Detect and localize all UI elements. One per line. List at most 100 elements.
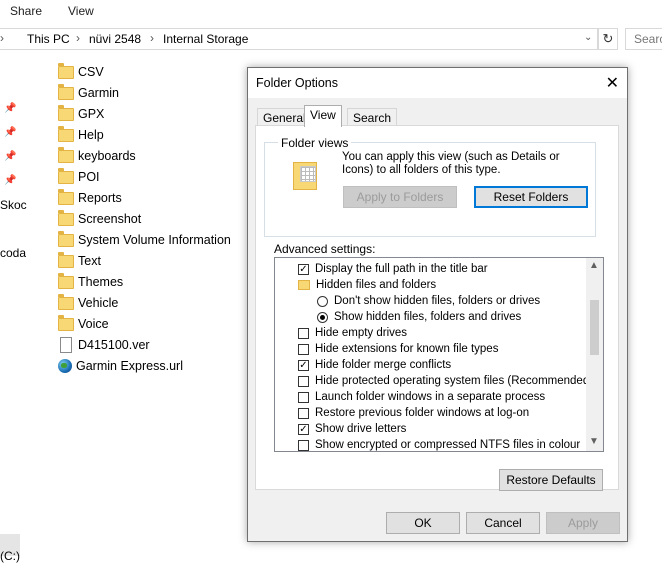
checkbox[interactable]: ✓ xyxy=(298,359,309,371)
setting-label: Hide folder merge conflicts xyxy=(315,359,452,371)
breadcrumb-internal-storage[interactable]: Internal Storage xyxy=(163,32,248,46)
file-name: Garmin xyxy=(78,86,119,100)
setting-label: Hidden files and folders xyxy=(316,279,437,291)
tab-view[interactable]: View xyxy=(304,105,342,127)
checkbox[interactable] xyxy=(298,327,309,339)
ribbon-tab-share[interactable]: Share xyxy=(10,4,42,18)
checkbox[interactable] xyxy=(298,407,309,419)
folder-icon xyxy=(58,104,74,121)
list-item[interactable]: ✓ Display the full path in the title bar xyxy=(298,261,488,277)
grid-icon xyxy=(300,166,316,182)
chevron-down-icon[interactable]: ▼ xyxy=(589,436,599,447)
chevron-up-icon[interactable]: ▲ xyxy=(589,260,599,271)
folder-icon xyxy=(58,188,74,205)
list-item[interactable]: Reports xyxy=(58,188,122,208)
folder-icon xyxy=(58,83,74,100)
ribbon-tab-view[interactable]: View xyxy=(68,4,94,18)
setting-label: Restore previous folder windows at log-o… xyxy=(315,407,530,419)
close-icon[interactable]: ✕ xyxy=(606,73,619,93)
chevron-right-icon[interactable]: › xyxy=(76,31,80,45)
pin-icon[interactable]: 📌 xyxy=(4,103,16,114)
setting-label: Show encrypted or compressed NTFS files … xyxy=(315,439,581,451)
checkbox[interactable] xyxy=(298,343,309,355)
chevron-down-icon[interactable]: ⌄ xyxy=(584,32,592,43)
ok-button[interactable]: OK xyxy=(386,512,460,534)
list-item[interactable]: GPX xyxy=(58,104,104,124)
nav-item-label[interactable]: (C:) xyxy=(0,549,20,563)
list-item[interactable]: Themes xyxy=(58,272,123,292)
list-item[interactable]: Text xyxy=(58,251,101,271)
list-item[interactable]: Launch folder windows in a separate proc… xyxy=(298,389,545,405)
pin-icon[interactable]: 📌 xyxy=(4,127,16,138)
breadcrumb-this-pc[interactable]: This PC xyxy=(27,32,70,46)
address-bar[interactable]: › This PC › nüvi 2548 › Internal Storage… xyxy=(0,28,598,50)
tab-search[interactable]: Search xyxy=(347,108,398,126)
checkbox[interactable] xyxy=(298,375,309,387)
file-icon xyxy=(60,337,72,353)
list-item[interactable]: Hide empty drives xyxy=(298,325,407,341)
file-name: Voice xyxy=(78,317,109,331)
file-name: CSV xyxy=(78,65,104,79)
folder-icon xyxy=(58,251,74,268)
list-item[interactable]: Help xyxy=(58,125,104,145)
chevron-right-icon[interactable]: › xyxy=(150,31,154,45)
setting-label: Hide empty drives xyxy=(315,327,408,339)
pin-icon[interactable]: 📌 xyxy=(4,151,16,162)
setting-label: Don't show hidden files, folders or driv… xyxy=(334,295,541,307)
nav-item-label[interactable]: coda xyxy=(0,246,26,260)
dialog-title: Folder Options xyxy=(256,76,338,90)
list-item[interactable]: Garmin Express.url xyxy=(58,356,183,376)
scrollbar-thumb[interactable] xyxy=(590,300,599,355)
list-item[interactable]: CSV xyxy=(58,62,104,82)
apply-to-folders-button[interactable]: Apply to Folders xyxy=(343,186,457,208)
list-item[interactable]: System Volume Information xyxy=(58,230,231,250)
folder-icon xyxy=(58,209,74,226)
list-item[interactable]: D415100.ver xyxy=(58,335,150,355)
setting-label: Hide extensions for known file types xyxy=(315,343,499,355)
cancel-button[interactable]: Cancel xyxy=(466,512,540,534)
list-item[interactable]: keyboards xyxy=(58,146,136,166)
advanced-settings-list[interactable]: ✓ Display the full path in the title bar … xyxy=(274,257,604,452)
list-item[interactable]: Hide extensions for known file types xyxy=(298,341,498,357)
folder-icon xyxy=(58,230,74,247)
nav-item-label[interactable]: Skoc xyxy=(0,198,27,212)
list-item[interactable]: Screenshot xyxy=(58,209,141,229)
list-item[interactable]: Voice xyxy=(58,314,109,334)
refresh-button[interactable]: ↻ xyxy=(598,28,618,50)
list-item[interactable]: Vehicle xyxy=(58,293,118,313)
file-name: Help xyxy=(78,128,104,142)
checkbox[interactable] xyxy=(298,439,309,451)
radio-button[interactable] xyxy=(317,311,328,323)
folder-icon xyxy=(58,62,74,79)
chevron-right-icon: › xyxy=(0,31,4,45)
setting-label: Show hidden files, folders and drives xyxy=(334,311,522,323)
advanced-settings-label: Advanced settings: xyxy=(274,242,376,256)
setting-label: Display the full path in the title bar xyxy=(315,263,488,275)
radio-button[interactable] xyxy=(317,295,328,307)
list-item[interactable]: ✓ Hide folder merge conflicts xyxy=(298,357,451,373)
list-item: Hidden files and folders xyxy=(298,277,436,293)
pin-icon[interactable]: 📌 xyxy=(4,175,16,186)
refresh-icon: ↻ xyxy=(602,31,614,46)
list-item[interactable]: Show encrypted or compressed NTFS files … xyxy=(298,437,581,451)
restore-defaults-button[interactable]: Restore Defaults xyxy=(499,469,603,491)
list-item[interactable]: ✓ Show drive letters xyxy=(298,421,406,437)
search-input[interactable]: Search xyxy=(625,28,662,50)
dialog-titlebar[interactable]: Folder Options ✕ xyxy=(248,68,627,98)
list-item[interactable]: Don't show hidden files, folders or driv… xyxy=(317,293,540,309)
list-scrollbar[interactable]: ▲ ▼ xyxy=(586,258,603,451)
list-item[interactable]: Restore previous folder windows at log-o… xyxy=(298,405,529,421)
list-item[interactable]: Hide protected operating system files (R… xyxy=(298,373,593,389)
setting-label: Hide protected operating system files (R… xyxy=(315,375,594,387)
list-item[interactable]: POI xyxy=(58,167,100,187)
reset-folders-button[interactable]: Reset Folders xyxy=(474,186,588,208)
breadcrumb-device[interactable]: nüvi 2548 xyxy=(89,32,141,46)
apply-button[interactable]: Apply xyxy=(546,512,620,534)
setting-label: Show drive letters xyxy=(315,423,407,435)
list-item[interactable]: Show hidden files, folders and drives xyxy=(317,309,521,325)
list-item[interactable]: Garmin xyxy=(58,83,119,103)
checkbox[interactable]: ✓ xyxy=(298,423,309,435)
folder-icon xyxy=(58,146,74,163)
checkbox[interactable] xyxy=(298,391,309,403)
checkbox[interactable]: ✓ xyxy=(298,263,309,275)
